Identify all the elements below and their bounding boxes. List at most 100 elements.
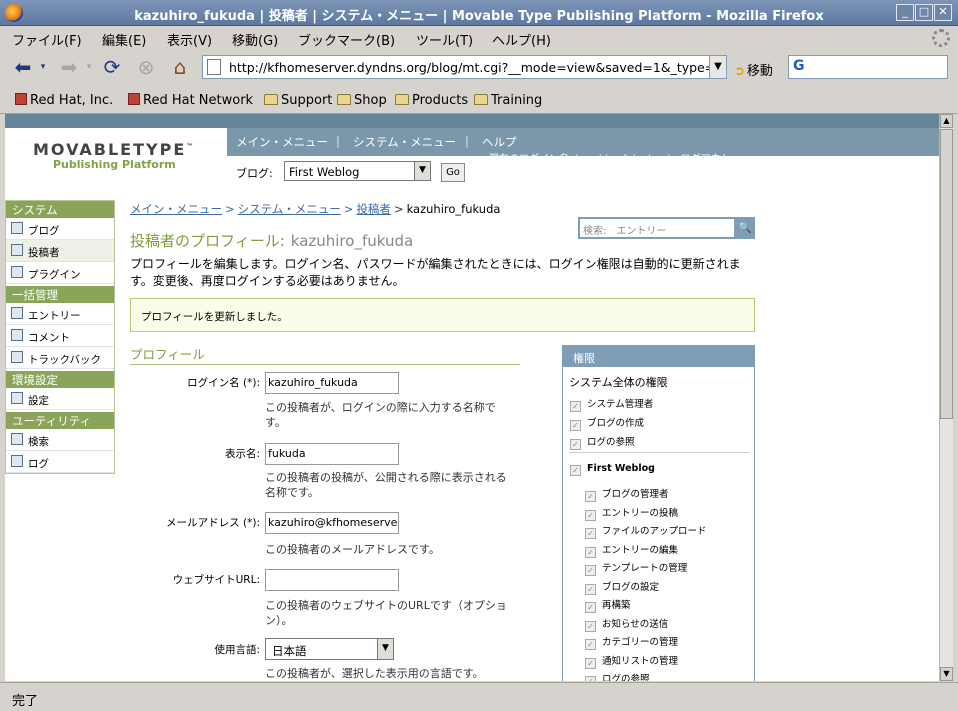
- bookmark-shop[interactable]: Shop: [337, 93, 387, 108]
- maximize-icon[interactable]: □: [915, 4, 933, 21]
- vertical-scrollbar[interactable]: ▲ ▼: [939, 114, 953, 681]
- checkbox[interactable]: ✓: [570, 420, 581, 431]
- sidebar-item-authors[interactable]: 投稿者: [6, 240, 114, 262]
- permission-checkbox[interactable]: ✓ システム管理者: [570, 396, 653, 412]
- permission-checkbox[interactable]: ✓ カテゴリーの管理: [585, 634, 678, 650]
- blog-permissions-header[interactable]: ✓ First Weblog: [570, 463, 655, 476]
- forward-dropdown-icon[interactable]: ▾: [82, 56, 96, 80]
- blog-select[interactable]: First Weblog ▼: [284, 161, 431, 181]
- permission-checkbox[interactable]: ✓ エントリーの投稿: [585, 505, 678, 521]
- forward-icon[interactable]: ➡: [56, 56, 82, 80]
- nav-help[interactable]: ヘルプ: [482, 134, 517, 150]
- website-field[interactable]: [265, 569, 399, 591]
- permission-checkbox[interactable]: ✓ ブログの管理者: [585, 486, 669, 502]
- checkbox[interactable]: ✓: [585, 528, 596, 539]
- menu-bookmarks[interactable]: ブックマーク(B): [298, 30, 395, 49]
- scrollbar-thumb[interactable]: [940, 129, 953, 419]
- nav-separator: |: [465, 134, 469, 148]
- back-icon[interactable]: ⬅: [10, 56, 36, 80]
- checkbox[interactable]: ✓: [570, 465, 581, 476]
- comment-icon: [11, 329, 23, 341]
- checkbox[interactable]: ✓: [570, 401, 581, 412]
- sidebar-item-log[interactable]: ログ: [6, 451, 114, 473]
- close-icon[interactable]: ✕: [934, 4, 952, 21]
- breadcrumb-current: kazuhiro_fukuda: [406, 202, 501, 216]
- bookmark-label: Red Hat, Inc.: [30, 93, 114, 108]
- checkbox[interactable]: ✓: [585, 639, 596, 650]
- bookmark-redhat[interactable]: Red Hat, Inc.: [15, 93, 113, 108]
- permission-checkbox[interactable]: ✓ ログの参照: [570, 434, 635, 450]
- chevron-down-icon[interactable]: ▼: [377, 639, 393, 659]
- menu-tools[interactable]: ツール(T): [416, 30, 473, 49]
- menu-go[interactable]: 移動(G): [232, 30, 278, 49]
- nav-system-menu[interactable]: システム・メニュー: [353, 134, 456, 150]
- breadcrumb-system-menu[interactable]: システム・メニュー: [238, 202, 341, 216]
- url-text[interactable]: http://kfhomeserver.dyndns.org/blog/mt.c…: [229, 60, 711, 75]
- breadcrumb-authors[interactable]: 投稿者: [356, 202, 391, 216]
- sidebar-item-trackbacks[interactable]: トラックバック: [6, 347, 114, 369]
- permission-checkbox[interactable]: ✓ ログの参照: [585, 671, 650, 681]
- login-field[interactable]: kazuhiro_fukuda: [265, 372, 399, 394]
- breadcrumb-separator: >: [343, 202, 354, 216]
- bookmark-training[interactable]: Training: [474, 93, 542, 108]
- permission-checkbox[interactable]: ✓ 再構築: [585, 597, 631, 613]
- scroll-up-icon[interactable]: ▲: [940, 114, 953, 128]
- permission-checkbox[interactable]: ✓ テンプレートの管理: [585, 560, 687, 576]
- checkbox[interactable]: ✓: [585, 657, 596, 669]
- breadcrumb-main-menu[interactable]: メイン・メニュー: [130, 202, 222, 216]
- url-bar[interactable]: http://kfhomeserver.dyndns.org/blog/mt.c…: [202, 55, 727, 79]
- minimize-icon[interactable]: _: [896, 4, 914, 21]
- language-label: 使用言語:: [214, 644, 260, 656]
- scroll-down-icon[interactable]: ▼: [940, 667, 953, 681]
- web-search-input[interactable]: G: [788, 55, 948, 79]
- permission-checkbox[interactable]: ✓ ブログの設定: [585, 579, 659, 595]
- home-icon[interactable]: ⌂: [167, 56, 193, 80]
- mt-logo[interactable]: MOVABLETYPE™ Publishing Platform: [33, 140, 195, 171]
- menu-file[interactable]: ファイル(F): [12, 30, 82, 49]
- email-field[interactable]: kazuhiro@kfhomeserver.d: [265, 512, 399, 534]
- checkbox[interactable]: ✓: [570, 439, 581, 450]
- window-titlebar: kazuhiro_fukuda | 投稿者 | システム・メニュー | Mova…: [0, 0, 958, 26]
- checkbox[interactable]: ✓: [585, 602, 596, 613]
- permission-checkbox[interactable]: ✓ 通知リストの管理: [585, 653, 678, 669]
- checkbox[interactable]: ✓: [585, 491, 596, 502]
- language-select[interactable]: 日本語 ▼: [265, 638, 394, 660]
- url-dropdown-icon[interactable]: ▼: [709, 55, 727, 79]
- permission-checkbox[interactable]: ✓ ブログの作成: [570, 415, 644, 431]
- permission-checkbox[interactable]: ✓ ファイルのアップロード: [585, 523, 707, 539]
- checkbox[interactable]: ✓: [585, 676, 596, 681]
- checkbox[interactable]: ✓: [585, 546, 596, 558]
- display-name-field[interactable]: fukuda: [265, 443, 399, 465]
- authors-icon: [11, 244, 23, 256]
- stop-icon[interactable]: ⊗: [133, 56, 159, 80]
- nav-main-menu[interactable]: メイン・メニュー: [236, 134, 328, 150]
- sidebar-item-blogs[interactable]: ブログ: [6, 218, 114, 240]
- search-icon[interactable]: 🔍: [737, 219, 753, 237]
- go-button[interactable]: ➲ 移動: [734, 60, 773, 79]
- sidebar-item-plugins[interactable]: プラグイン: [6, 262, 114, 284]
- back-dropdown-icon[interactable]: ▾: [36, 56, 50, 80]
- permission-checkbox[interactable]: ✓ お知らせの送信: [585, 616, 668, 632]
- menu-view[interactable]: 表示(V): [167, 30, 212, 49]
- checkbox[interactable]: ✓: [585, 509, 596, 521]
- search-input[interactable]: 検索: エントリー: [580, 219, 734, 237]
- login-status[interactable]: 現在のログイン名: kazuhiro_fukuda | ログアウト: [489, 150, 731, 158]
- blog-go-button[interactable]: Go: [441, 163, 465, 182]
- bookmark-products[interactable]: Products: [395, 93, 468, 108]
- reload-icon[interactable]: ⟳: [99, 56, 125, 80]
- sidebar-item-comments[interactable]: コメント: [6, 325, 114, 347]
- bookmark-support[interactable]: Support: [264, 93, 332, 108]
- menu-help[interactable]: ヘルプ(H): [492, 30, 551, 49]
- blog-select-value: First Weblog: [289, 165, 360, 179]
- chevron-down-icon[interactable]: ▼: [414, 162, 430, 180]
- sidebar-item-settings[interactable]: 設定: [6, 388, 114, 410]
- checkbox[interactable]: ✓: [585, 620, 596, 632]
- trackback-icon: [11, 351, 23, 363]
- checkbox[interactable]: ✓: [585, 565, 596, 576]
- sidebar-item-entries[interactable]: エントリー: [6, 303, 114, 325]
- checkbox[interactable]: ✓: [585, 583, 596, 595]
- sidebar-item-search[interactable]: 検索: [6, 429, 114, 451]
- permission-checkbox[interactable]: ✓ エントリーの編集: [585, 542, 678, 558]
- menu-edit[interactable]: 編集(E): [102, 30, 146, 49]
- bookmark-rhn[interactable]: Red Hat Network: [128, 93, 253, 108]
